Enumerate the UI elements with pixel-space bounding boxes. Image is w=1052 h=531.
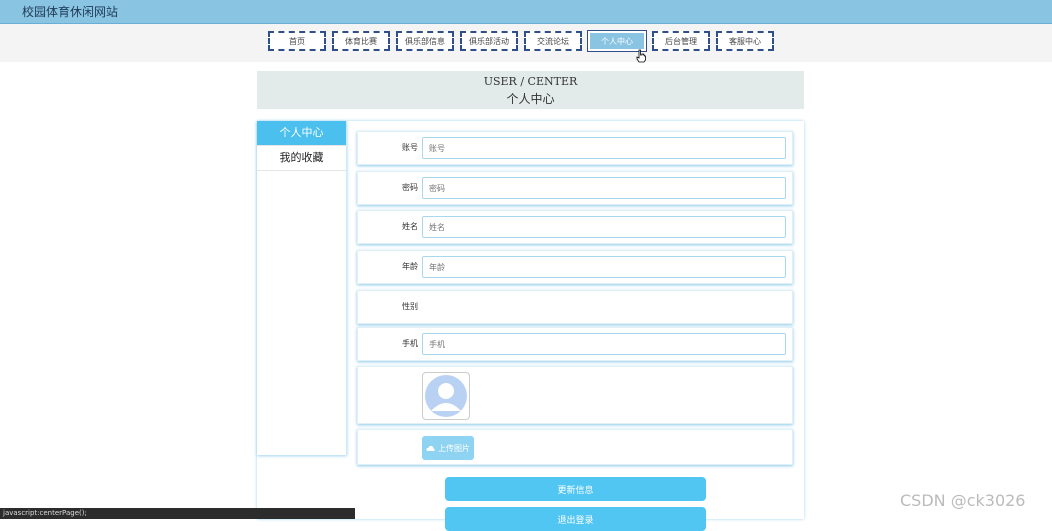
nav-bar: 首页 体育比赛 俱乐部信息 俱乐部活动 交流论坛 个人中心 后台管理 客服中心	[0, 24, 1052, 62]
form-row-account: 账号	[357, 131, 793, 165]
form-row-password: 密码	[357, 171, 793, 205]
age-label: 年龄	[402, 262, 418, 271]
browser-status-bar: javascript:centerPage();	[0, 508, 355, 519]
logout-button[interactable]: 退出登录	[445, 507, 706, 531]
nav-item-support[interactable]: 客服中心	[716, 31, 774, 51]
user-center-panel: 个人中心 我的收藏 账号 密码 姓名 年龄 性别 手机	[257, 121, 804, 531]
upload-image-button[interactable]: 上传图片	[422, 436, 474, 460]
nav-item-club-activities[interactable]: 俱乐部活动	[460, 31, 518, 51]
account-label: 账号	[402, 143, 418, 152]
name-input[interactable]	[422, 216, 786, 238]
sidebar-item-favorites[interactable]: 我的收藏	[257, 146, 346, 171]
age-input[interactable]	[422, 256, 786, 278]
phone-label: 手机	[402, 339, 418, 348]
user-avatar-icon	[425, 375, 467, 417]
sidebar-item-user-center[interactable]: 个人中心	[257, 121, 346, 146]
upload-image-label: 上传图片	[438, 443, 470, 453]
cloud-upload-icon	[426, 445, 435, 451]
top-bar: 校园体育休闲网站	[0, 0, 1052, 24]
form-row-upload: 上传图片	[357, 429, 793, 465]
main-nav: 首页 体育比赛 俱乐部信息 俱乐部活动 交流论坛 个人中心 后台管理 客服中心	[268, 30, 774, 52]
password-label: 密码	[402, 183, 418, 192]
nav-item-admin[interactable]: 后台管理	[652, 31, 710, 51]
form-row-avatar	[357, 366, 793, 424]
nav-item-user-center[interactable]: 个人中心	[587, 30, 647, 52]
password-input[interactable]	[422, 177, 786, 199]
name-label: 姓名	[402, 222, 418, 231]
phone-input[interactable]	[422, 333, 786, 355]
nav-item-home[interactable]: 首页	[268, 31, 326, 51]
nav-item-club-info[interactable]: 俱乐部信息	[396, 31, 454, 51]
banner-title-cn: 个人中心	[506, 92, 555, 106]
watermark: CSDN @ck3026	[900, 491, 1026, 510]
page-banner: USER / CENTER 个人中心	[257, 71, 804, 109]
account-input[interactable]	[422, 137, 786, 159]
form-row-name: 姓名	[357, 210, 793, 244]
form-row-gender: 性别	[357, 290, 793, 324]
update-info-button[interactable]: 更新信息	[445, 477, 706, 501]
hand-cursor-icon	[636, 49, 646, 63]
form-row-age: 年龄	[357, 250, 793, 284]
nav-item-forum[interactable]: 交流论坛	[524, 31, 582, 51]
gender-label: 性别	[402, 302, 418, 311]
avatar	[422, 372, 470, 420]
banner-title-en: USER / CENTER	[483, 75, 578, 88]
sidebar: 个人中心 我的收藏	[257, 121, 347, 455]
form-row-phone: 手机	[357, 327, 793, 361]
nav-item-sports-matches[interactable]: 体育比赛	[332, 31, 390, 51]
site-title: 校园体育休闲网站	[22, 5, 119, 19]
